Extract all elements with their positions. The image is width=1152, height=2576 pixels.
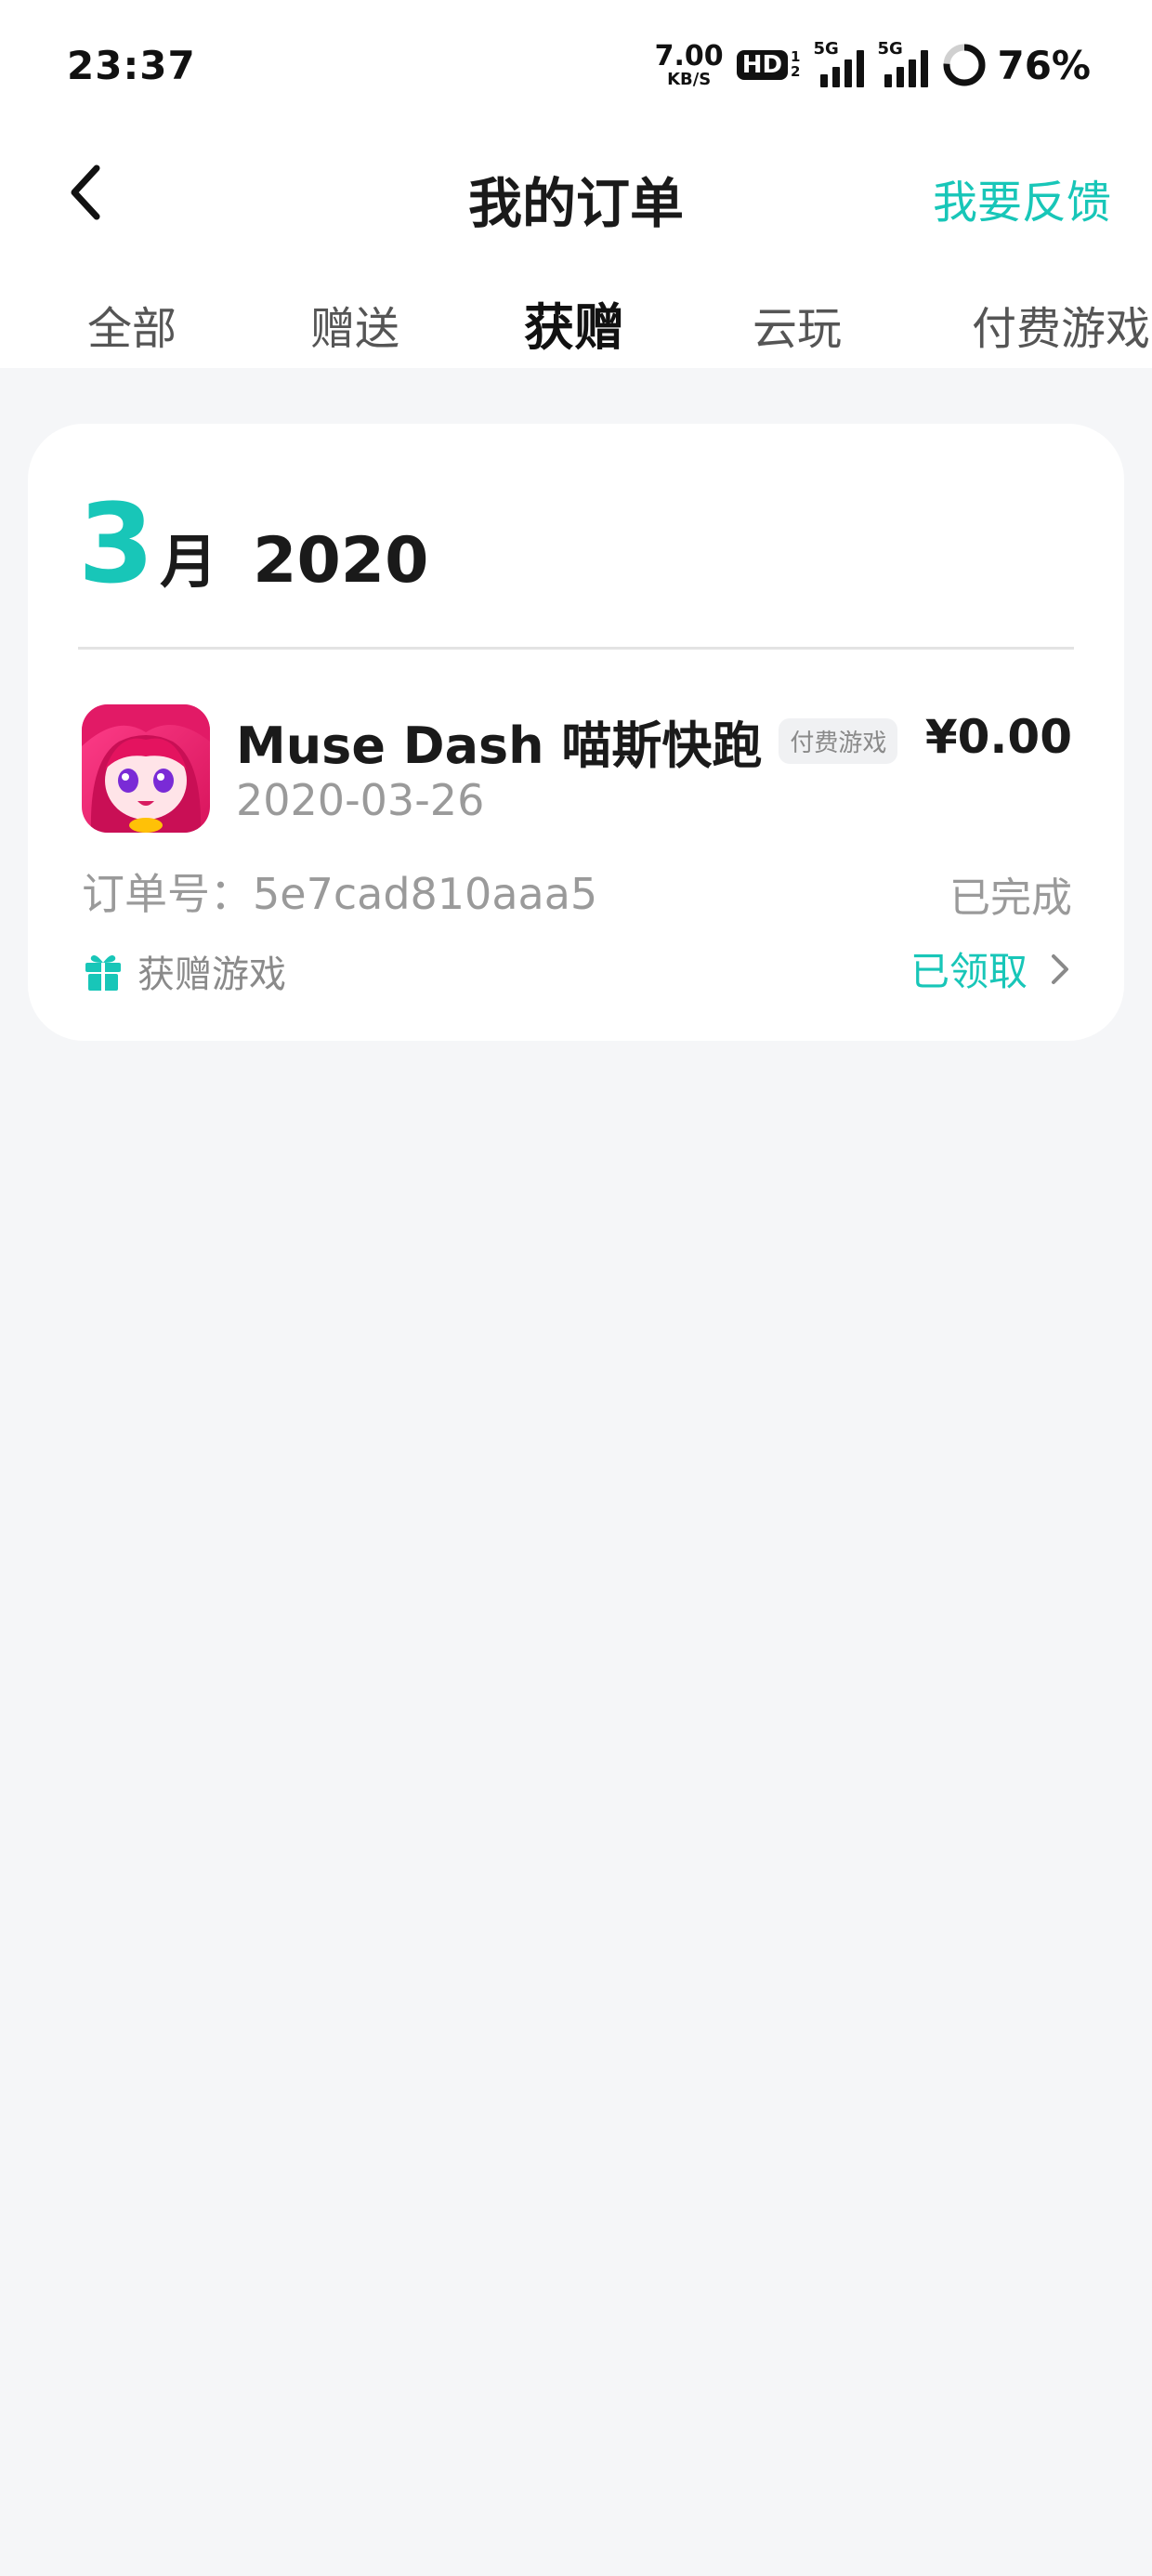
network-speed-unit: KB/S bbox=[667, 69, 712, 89]
battery-indicator: 76% bbox=[941, 42, 1091, 88]
tab-received[interactable]: 获赠 bbox=[518, 286, 630, 367]
signal-icon-2: 5G bbox=[877, 39, 929, 87]
year: 2020 bbox=[253, 524, 429, 598]
gift-label: 获赠游戏 bbox=[137, 953, 286, 996]
game-icon[interactable] bbox=[82, 704, 210, 833]
status-time: 23:37 bbox=[67, 43, 196, 88]
month-number: 3 bbox=[78, 480, 155, 608]
tab-cloud-play[interactable]: 云玩 bbox=[753, 292, 842, 357]
battery-percent: 76% bbox=[997, 42, 1091, 88]
hd-label: HD bbox=[736, 50, 789, 80]
order-date: 2020-03-26 bbox=[236, 775, 485, 825]
hd-voice-icon: HD 1 2 bbox=[736, 49, 801, 80]
feedback-link[interactable]: 我要反馈 bbox=[933, 165, 1111, 230]
game-name[interactable]: Muse Dash 喵斯快跑 bbox=[236, 704, 762, 778]
muse-dash-avatar-icon bbox=[82, 704, 210, 833]
chevron-right-icon bbox=[1052, 953, 1068, 984]
signal-icon-1: 5G bbox=[813, 39, 865, 87]
month-unit: 月 bbox=[160, 528, 218, 596]
signal-2-tag: 5G bbox=[877, 39, 903, 59]
tab-paid-games[interactable]: 付费游戏 bbox=[972, 292, 1150, 357]
claimed-text: 已领取 bbox=[910, 949, 1028, 994]
order-card: 3 月 2020 Muse Dash 喵斯快跑 付费游戏 ¥0.00 2020-… bbox=[28, 424, 1124, 1041]
signal-1-tag: 5G bbox=[813, 39, 839, 59]
game-name-row: Muse Dash 喵斯快跑 付费游戏 bbox=[236, 704, 898, 778]
order-price: ¥0.00 bbox=[924, 710, 1072, 764]
order-status: 已完成 bbox=[949, 874, 1072, 922]
claimed-link[interactable]: 已领取 bbox=[910, 940, 1074, 997]
battery-ring-icon bbox=[943, 44, 986, 86]
month-header: 3 月 2020 bbox=[78, 489, 428, 598]
network-speed-value: 7.00 bbox=[654, 39, 724, 72]
hd-sub-2: 2 bbox=[791, 63, 801, 80]
tab-bar: 全部 赠送 获赠 云玩 付费游戏 bbox=[0, 292, 1152, 368]
divider bbox=[78, 647, 1074, 650]
status-icons: 7.00 KB/S HD 1 2 5G 5G 76% bbox=[655, 37, 1091, 93]
gift-icon bbox=[85, 955, 121, 991]
network-speed: 7.00 KB/S bbox=[654, 39, 724, 89]
paid-game-badge: 付费游戏 bbox=[779, 718, 898, 764]
tab-all[interactable]: 全部 bbox=[87, 292, 177, 357]
tab-gifted[interactable]: 赠送 bbox=[310, 292, 399, 357]
order-number: 订单号：5e7cad810aaa5 bbox=[82, 869, 598, 919]
gift-row: 获赠游戏 bbox=[82, 944, 286, 998]
